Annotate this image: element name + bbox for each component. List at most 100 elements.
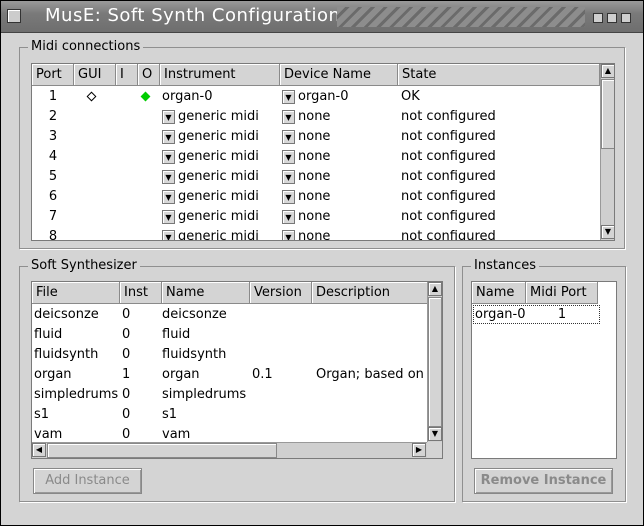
instrument-name[interactable]: generic midi [178, 207, 278, 227]
device-name[interactable]: none [298, 107, 398, 127]
scroll-thumb[interactable] [428, 297, 442, 427]
synth-file[interactable]: organ [34, 365, 120, 385]
synth-file[interactable]: deicsonze [34, 305, 120, 325]
scroll-thumb[interactable] [47, 443, 277, 458]
title-bar[interactable]: MusE: Soft Synth Configuration [1, 1, 643, 33]
column-header[interactable]: Instrument [160, 64, 280, 86]
scroll-thumb[interactable] [601, 79, 614, 149]
instrument-dropdown-icon[interactable]: ▼ [162, 130, 175, 144]
device-dropdown-icon[interactable]: ▼ [282, 170, 295, 184]
instrument-dropdown-icon[interactable]: ▼ [162, 170, 175, 184]
column-header[interactable]: File [32, 282, 120, 304]
instrument-name[interactable]: generic midi [178, 147, 278, 167]
synth-version[interactable] [252, 385, 312, 405]
synth-file[interactable]: fluidsynth [34, 345, 120, 365]
synth-description[interactable] [316, 405, 426, 425]
column-header[interactable]: Description [312, 282, 428, 304]
vertical-scrollbar[interactable]: ▲ ▼ [427, 282, 442, 442]
synth-name[interactable]: fluidsynth [162, 345, 250, 365]
synth-instances[interactable]: 0 [122, 385, 162, 405]
synth-version[interactable]: 0.1 [252, 365, 312, 385]
synth-file[interactable]: fluid [34, 325, 120, 345]
instrument-name[interactable]: generic midi [178, 167, 278, 187]
instrument-name[interactable]: generic midi [178, 187, 278, 207]
column-header[interactable]: Name [162, 282, 250, 304]
column-header[interactable]: I [116, 64, 138, 86]
column-header[interactable]: Inst [120, 282, 162, 304]
instances-list[interactable]: Name Midi Port organ-0 1 [471, 281, 617, 459]
synth-description[interactable] [316, 305, 426, 325]
synth-file[interactable]: simpledrums [34, 385, 120, 405]
window-menu-icon[interactable] [7, 9, 21, 23]
synth-name[interactable]: deicsonze [162, 305, 250, 325]
device-dropdown-icon[interactable]: ▼ [282, 190, 295, 204]
synth-instances[interactable]: 0 [122, 405, 162, 425]
instrument-name[interactable]: organ-0 [162, 87, 278, 107]
device-dropdown-icon[interactable]: ▼ [282, 130, 295, 144]
column-header[interactable]: Midi Port [526, 282, 598, 304]
synth-description[interactable] [316, 345, 426, 365]
synth-name[interactable]: fluid [162, 325, 250, 345]
maximize-icon[interactable] [607, 13, 617, 23]
add-instance-button[interactable]: Add Instance [33, 468, 142, 494]
scroll-up-icon[interactable]: ▲ [601, 64, 614, 78]
device-name[interactable]: none [298, 227, 398, 240]
minimize-icon[interactable] [593, 13, 603, 23]
device-name[interactable]: none [298, 127, 398, 147]
synth-instances[interactable]: 0 [122, 325, 162, 345]
instrument-dropdown-icon[interactable]: ▼ [162, 110, 175, 124]
synth-name[interactable]: organ [162, 365, 250, 385]
column-header[interactable]: Version [250, 282, 312, 304]
device-dropdown-icon[interactable]: ▼ [282, 210, 295, 224]
synth-instances[interactable]: 0 [122, 345, 162, 365]
instance-name[interactable]: organ-0 [475, 306, 531, 323]
device-dropdown-icon[interactable]: ▼ [282, 230, 295, 240]
gui-toggle-icon[interactable] [86, 91, 97, 102]
device-name[interactable]: none [298, 207, 398, 227]
scroll-up-icon[interactable]: ▲ [428, 282, 442, 296]
remove-instance-button[interactable]: Remove Instance [474, 468, 613, 494]
vertical-scrollbar[interactable]: ▲ ▼ [600, 64, 614, 240]
device-dropdown-icon[interactable]: ▼ [282, 110, 295, 124]
scroll-right-icon[interactable]: ▶ [412, 443, 426, 457]
scroll-down-icon[interactable]: ▼ [428, 427, 442, 441]
device-name[interactable]: none [298, 147, 398, 167]
column-header[interactable]: GUI [74, 64, 116, 86]
close-icon[interactable] [621, 13, 631, 23]
device-name[interactable]: none [298, 187, 398, 207]
synth-instances[interactable]: 1 [122, 365, 162, 385]
instance-row[interactable]: organ-0 1 [473, 305, 600, 324]
instrument-dropdown-icon[interactable]: ▼ [162, 190, 175, 204]
instrument-dropdown-icon[interactable]: ▼ [162, 150, 175, 164]
synth-version[interactable] [252, 345, 312, 365]
synth-description[interactable] [316, 385, 426, 405]
synth-version[interactable] [252, 325, 312, 345]
synth-instances[interactable]: 0 [122, 305, 162, 325]
device-name[interactable]: none [298, 167, 398, 187]
instance-midi-port[interactable]: 1 [532, 306, 592, 323]
synth-file[interactable]: s1 [34, 405, 120, 425]
synth-name[interactable]: s1 [162, 405, 250, 425]
midi-ports-list[interactable]: Port GUI I O Instrument Device Name State 1 orga… [31, 63, 615, 241]
synth-description[interactable]: Organ; based on [316, 365, 426, 385]
instrument-name[interactable]: generic midi [178, 127, 278, 147]
instrument-name[interactable]: generic midi [178, 107, 278, 127]
column-header[interactable]: Name [472, 282, 526, 304]
synth-list[interactable]: File Inst Name Version Description deicsonze 0… [31, 281, 443, 459]
horizontal-scrollbar[interactable]: ◀ ▶ [32, 442, 427, 458]
device-dropdown-icon[interactable]: ▼ [282, 90, 295, 104]
synth-description[interactable] [316, 325, 426, 345]
synth-version[interactable] [252, 405, 312, 425]
synth-version[interactable] [252, 305, 312, 325]
synth-name[interactable]: simpledrums [162, 385, 250, 405]
column-header[interactable]: Port [32, 64, 74, 86]
scroll-down-icon[interactable]: ▼ [601, 225, 614, 239]
column-header[interactable]: O [138, 64, 160, 86]
instrument-dropdown-icon[interactable]: ▼ [162, 230, 175, 240]
scroll-left-icon[interactable]: ◀ [32, 443, 46, 457]
instrument-name[interactable]: generic midi [178, 227, 278, 240]
instrument-dropdown-icon[interactable]: ▼ [162, 210, 175, 224]
device-dropdown-icon[interactable]: ▼ [282, 150, 295, 164]
column-header[interactable]: Device Name [280, 64, 398, 86]
output-enabled-icon[interactable] [140, 91, 151, 102]
